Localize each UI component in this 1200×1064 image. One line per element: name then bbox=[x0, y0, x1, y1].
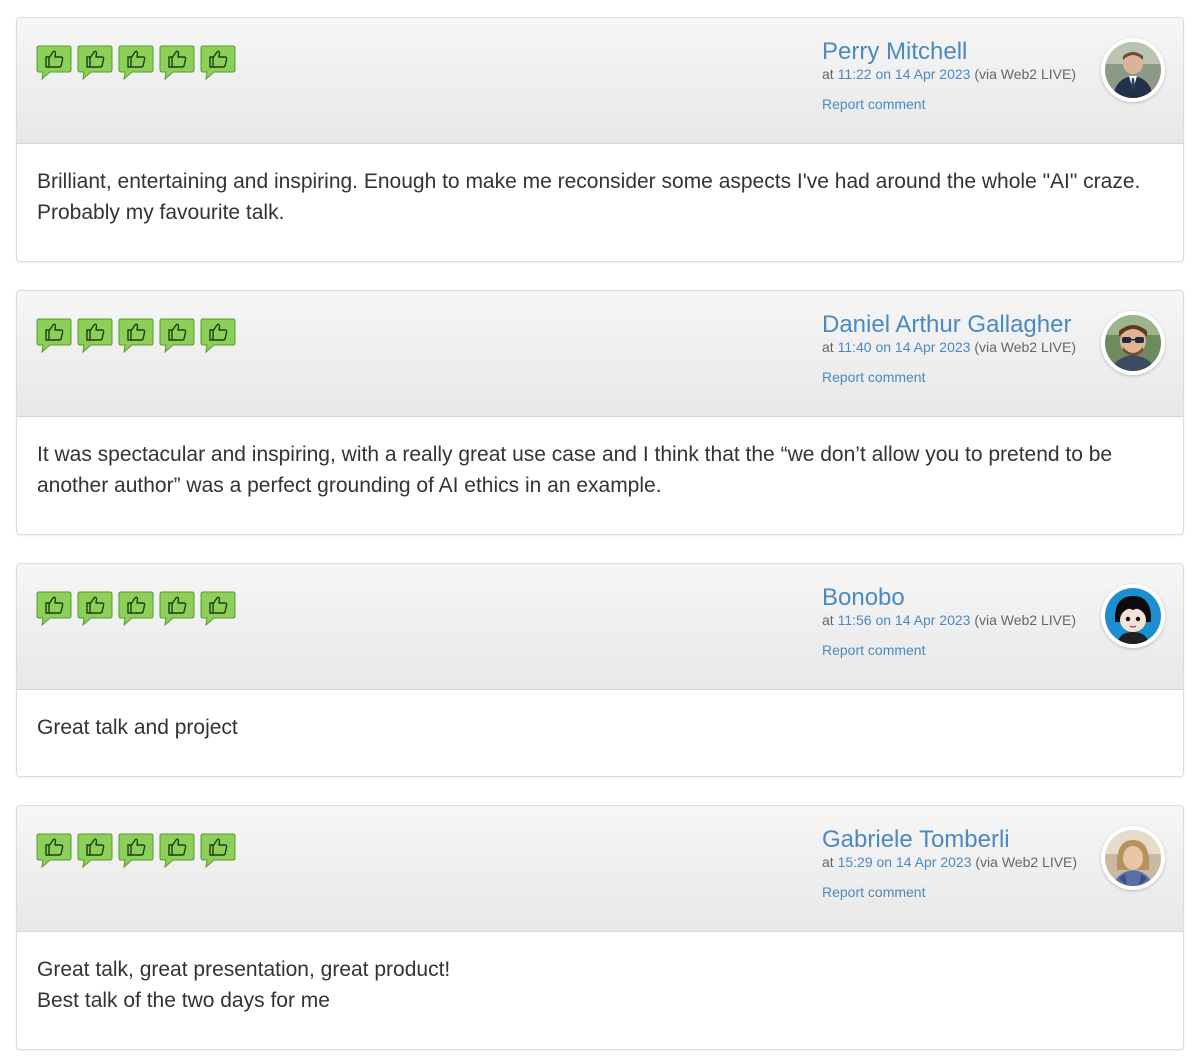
cartoon-character-avatar-icon bbox=[1105, 588, 1161, 644]
rating-thumbs bbox=[36, 832, 236, 868]
comment-text: It was spectacular and inspiring, with a… bbox=[37, 443, 1113, 497]
thumbs-up-icon bbox=[159, 832, 195, 868]
thumbs-up-icon bbox=[36, 317, 72, 353]
timestamp-link[interactable]: 11:40 on 14 Apr 2023 bbox=[838, 339, 971, 355]
rating-thumbs bbox=[36, 44, 236, 80]
thumbs-up-icon bbox=[159, 590, 195, 626]
author-link[interactable]: Perry Mitchell bbox=[822, 38, 1092, 66]
thumbs-up-icon bbox=[118, 44, 154, 80]
thumbs-up-icon bbox=[200, 832, 236, 868]
comment-meta: Perry Mitchell at 11:22 on 14 Apr 2023 (… bbox=[822, 38, 1092, 114]
report-comment-link[interactable]: Report comment bbox=[822, 884, 925, 901]
thumbs-up-icon bbox=[36, 44, 72, 80]
avatar[interactable] bbox=[1101, 311, 1165, 375]
comment-text: Brilliant, entertaining and inspiring. E… bbox=[37, 170, 1141, 224]
thumbs-up-icon bbox=[77, 832, 113, 868]
via-source: (via Web2 LIVE) bbox=[974, 66, 1076, 82]
thumbs-up-icon bbox=[118, 590, 154, 626]
posted-info: at 11:22 on 14 Apr 2023 (via Web2 LIVE) bbox=[822, 66, 1092, 83]
comment-header: Daniel Arthur Gallagher at 11:40 on 14 A… bbox=[17, 291, 1183, 417]
at-prefix: at bbox=[822, 339, 834, 355]
comment-text: Great talk and project bbox=[37, 716, 238, 739]
comment-text: Great talk, great presentation, great pr… bbox=[37, 958, 451, 1012]
report-comment-link[interactable]: Report comment bbox=[822, 96, 925, 113]
posted-info: at 11:56 on 14 Apr 2023 (via Web2 LIVE) bbox=[822, 612, 1092, 629]
at-prefix: at bbox=[822, 854, 834, 870]
report-comment-link[interactable]: Report comment bbox=[822, 369, 925, 386]
thumbs-up-icon bbox=[36, 590, 72, 626]
comment-header: Perry Mitchell at 11:22 on 14 Apr 2023 (… bbox=[17, 18, 1183, 144]
thumbs-up-icon bbox=[118, 832, 154, 868]
author-link[interactable]: Bonobo bbox=[822, 584, 1092, 612]
comment-meta: Gabriele Tomberli at 15:29 on 14 Apr 202… bbox=[822, 826, 1092, 902]
comment-meta: Daniel Arthur Gallagher at 11:40 on 14 A… bbox=[822, 311, 1092, 387]
person-photo-avatar-icon bbox=[1105, 42, 1161, 98]
thumbs-up-icon bbox=[77, 590, 113, 626]
at-prefix: at bbox=[822, 66, 834, 82]
rating-thumbs bbox=[36, 590, 236, 626]
via-source: (via Web2 LIVE) bbox=[974, 612, 1076, 628]
person-with-sunglasses-avatar-icon bbox=[1105, 315, 1161, 371]
thumbs-up-icon bbox=[118, 317, 154, 353]
author-link[interactable]: Gabriele Tomberli bbox=[822, 826, 1092, 854]
thumbs-up-icon bbox=[159, 317, 195, 353]
posted-info: at 15:29 on 14 Apr 2023 (via Web2 LIVE) bbox=[822, 854, 1092, 871]
person-photo-avatar-icon bbox=[1105, 830, 1161, 886]
thumbs-up-icon bbox=[200, 590, 236, 626]
posted-info: at 11:40 on 14 Apr 2023 (via Web2 LIVE) bbox=[822, 339, 1092, 356]
comment-meta: Bonobo at 11:56 on 14 Apr 2023 (via Web2… bbox=[822, 584, 1092, 660]
thumbs-up-icon bbox=[77, 317, 113, 353]
report-comment-link[interactable]: Report comment bbox=[822, 642, 925, 659]
comment-card: Bonobo at 11:56 on 14 Apr 2023 (via Web2… bbox=[16, 563, 1184, 777]
at-prefix: at bbox=[822, 612, 834, 628]
comment-card: Daniel Arthur Gallagher at 11:40 on 14 A… bbox=[16, 290, 1184, 535]
thumbs-up-icon bbox=[200, 317, 236, 353]
via-source: (via Web2 LIVE) bbox=[974, 339, 1076, 355]
avatar[interactable] bbox=[1101, 826, 1165, 890]
timestamp-link[interactable]: 15:29 on 14 Apr 2023 bbox=[838, 854, 972, 870]
thumbs-up-icon bbox=[159, 44, 195, 80]
thumbs-up-icon bbox=[200, 44, 236, 80]
timestamp-link[interactable]: 11:56 on 14 Apr 2023 bbox=[838, 612, 971, 628]
comment-header: Bonobo at 11:56 on 14 Apr 2023 (via Web2… bbox=[17, 564, 1183, 690]
thumbs-up-icon bbox=[77, 44, 113, 80]
comment-header: Gabriele Tomberli at 15:29 on 14 Apr 202… bbox=[17, 806, 1183, 932]
avatar[interactable] bbox=[1101, 38, 1165, 102]
comment-card: Gabriele Tomberli at 15:29 on 14 Apr 202… bbox=[16, 805, 1184, 1050]
via-source: (via Web2 LIVE) bbox=[975, 854, 1078, 870]
timestamp-link[interactable]: 11:22 on 14 Apr 2023 bbox=[838, 66, 971, 82]
avatar[interactable] bbox=[1101, 584, 1165, 648]
thumbs-up-icon bbox=[36, 832, 72, 868]
author-link[interactable]: Daniel Arthur Gallagher bbox=[822, 311, 1092, 339]
rating-thumbs bbox=[36, 317, 236, 353]
comment-card: Perry Mitchell at 11:22 on 14 Apr 2023 (… bbox=[16, 17, 1184, 262]
